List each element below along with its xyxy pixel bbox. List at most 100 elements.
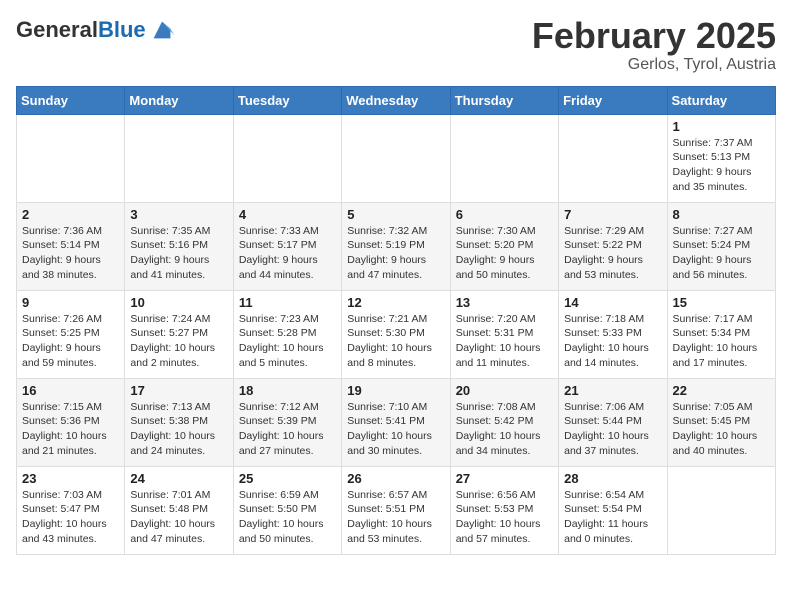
weekday-header-sunday: Sunday: [17, 86, 125, 114]
day-info: Sunrise: 7:26 AM Sunset: 5:25 PM Dayligh…: [22, 312, 119, 371]
day-number: 10: [130, 295, 227, 310]
day-cell: 22 Sunrise: 7:05 AM Sunset: 5:45 PM Dayli…: [667, 378, 775, 466]
day-number: 27: [456, 471, 553, 486]
day-cell: 4 Sunrise: 7:33 AM Sunset: 5:17 PM Daylig…: [233, 202, 341, 290]
day-info: Sunrise: 7:01 AM Sunset: 5:48 PM Dayligh…: [130, 488, 227, 547]
week-row-5: 23 Sunrise: 7:03 AM Sunset: 5:47 PM Dayli…: [17, 466, 776, 554]
day-cell: 15 Sunrise: 7:17 AM Sunset: 5:34 PM Dayli…: [667, 290, 775, 378]
day-info: Sunrise: 7:05 AM Sunset: 5:45 PM Dayligh…: [673, 400, 770, 459]
day-info: Sunrise: 7:36 AM Sunset: 5:14 PM Dayligh…: [22, 224, 119, 283]
week-row-3: 9 Sunrise: 7:26 AM Sunset: 5:25 PM Daylig…: [17, 290, 776, 378]
day-info: Sunrise: 7:03 AM Sunset: 5:47 PM Dayligh…: [22, 488, 119, 547]
day-cell: [342, 114, 450, 202]
day-info: Sunrise: 7:06 AM Sunset: 5:44 PM Dayligh…: [564, 400, 661, 459]
day-number: 14: [564, 295, 661, 310]
day-cell: 26Sunrise: 6:57 AM Sunset: 5:51 PM Dayli…: [342, 466, 450, 554]
day-info: Sunrise: 7:08 AM Sunset: 5:42 PM Dayligh…: [456, 400, 553, 459]
day-info: Sunrise: 7:35 AM Sunset: 5:16 PM Dayligh…: [130, 224, 227, 283]
day-info: Sunrise: 7:37 AM Sunset: 5:13 PM Dayligh…: [673, 136, 770, 195]
week-row-1: 1 Sunrise: 7:37 AM Sunset: 5:13 PM Daylig…: [17, 114, 776, 202]
day-cell: 27 Sunrise: 6:56 AM Sunset: 5:53 PM Dayli…: [450, 466, 558, 554]
day-cell: 1 Sunrise: 7:37 AM Sunset: 5:13 PM Daylig…: [667, 114, 775, 202]
location: Gerlos, Tyrol, Austria: [532, 56, 776, 74]
day-number: 17: [130, 383, 227, 398]
logo-blue: Blue: [98, 17, 146, 42]
day-info: Sunrise: 6:57 AM Sunset: 5:51 PM Dayligh…: [347, 488, 444, 547]
week-row-4: 16Sunrise: 7:15 AM Sunset: 5:36 PM Dayli…: [17, 378, 776, 466]
day-info: Sunrise: 7:21 AM Sunset: 5:30 PM Dayligh…: [347, 312, 444, 371]
day-info: Sunrise: 6:54 AM Sunset: 5:54 PM Dayligh…: [564, 488, 661, 547]
day-cell: [450, 114, 558, 202]
day-cell: 3 Sunrise: 7:35 AM Sunset: 5:16 PM Daylig…: [125, 202, 233, 290]
day-cell: 13 Sunrise: 7:20 AM Sunset: 5:31 PM Dayli…: [450, 290, 558, 378]
day-number: 7: [564, 207, 661, 222]
day-cell: 14 Sunrise: 7:18 AM Sunset: 5:33 PM Dayli…: [559, 290, 667, 378]
day-cell: 5Sunrise: 7:32 AM Sunset: 5:19 PM Daylig…: [342, 202, 450, 290]
day-number: 23: [22, 471, 119, 486]
day-cell: 21 Sunrise: 7:06 AM Sunset: 5:44 PM Dayli…: [559, 378, 667, 466]
day-info: Sunrise: 7:17 AM Sunset: 5:34 PM Dayligh…: [673, 312, 770, 371]
day-number: 1: [673, 119, 770, 134]
weekday-header-wednesday: Wednesday: [342, 86, 450, 114]
week-row-2: 2 Sunrise: 7:36 AM Sunset: 5:14 PM Daylig…: [17, 202, 776, 290]
weekday-header-monday: Monday: [125, 86, 233, 114]
day-number: 28: [564, 471, 661, 486]
day-cell: 6 Sunrise: 7:30 AM Sunset: 5:20 PM Daylig…: [450, 202, 558, 290]
title-block: February 2025 Gerlos, Tyrol, Austria: [532, 16, 776, 74]
day-number: 18: [239, 383, 336, 398]
day-info: Sunrise: 7:27 AM Sunset: 5:24 PM Dayligh…: [673, 224, 770, 283]
day-number: 25: [239, 471, 336, 486]
day-info: Sunrise: 7:29 AM Sunset: 5:22 PM Dayligh…: [564, 224, 661, 283]
calendar-table: SundayMondayTuesdayWednesdayThursdayFrid…: [16, 86, 776, 555]
day-number: 13: [456, 295, 553, 310]
weekday-header-tuesday: Tuesday: [233, 86, 341, 114]
page-header: GeneralBlue February 2025 Gerlos, Tyrol,…: [16, 16, 776, 74]
day-number: 5: [347, 207, 444, 222]
day-number: 20: [456, 383, 553, 398]
day-cell: 2 Sunrise: 7:36 AM Sunset: 5:14 PM Daylig…: [17, 202, 125, 290]
day-cell: 18Sunrise: 7:12 AM Sunset: 5:39 PM Dayli…: [233, 378, 341, 466]
day-info: Sunrise: 6:56 AM Sunset: 5:53 PM Dayligh…: [456, 488, 553, 547]
weekday-header-saturday: Saturday: [667, 86, 775, 114]
day-number: 11: [239, 295, 336, 310]
day-cell: 17 Sunrise: 7:13 AM Sunset: 5:38 PM Dayli…: [125, 378, 233, 466]
day-number: 8: [673, 207, 770, 222]
logo-icon: [148, 16, 176, 44]
day-cell: 10 Sunrise: 7:24 AM Sunset: 5:27 PM Dayli…: [125, 290, 233, 378]
day-cell: 24Sunrise: 7:01 AM Sunset: 5:48 PM Dayli…: [125, 466, 233, 554]
day-cell: 16Sunrise: 7:15 AM Sunset: 5:36 PM Dayli…: [17, 378, 125, 466]
day-number: 4: [239, 207, 336, 222]
day-cell: [233, 114, 341, 202]
day-info: Sunrise: 7:10 AM Sunset: 5:41 PM Dayligh…: [347, 400, 444, 459]
day-cell: [125, 114, 233, 202]
day-number: 2: [22, 207, 119, 222]
day-cell: 8 Sunrise: 7:27 AM Sunset: 5:24 PM Daylig…: [667, 202, 775, 290]
day-number: 6: [456, 207, 553, 222]
day-number: 22: [673, 383, 770, 398]
day-info: Sunrise: 7:30 AM Sunset: 5:20 PM Dayligh…: [456, 224, 553, 283]
day-cell: [559, 114, 667, 202]
month-title: February 2025: [532, 16, 776, 56]
day-cell: 9 Sunrise: 7:26 AM Sunset: 5:25 PM Daylig…: [17, 290, 125, 378]
day-number: 3: [130, 207, 227, 222]
day-number: 12: [347, 295, 444, 310]
day-number: 9: [22, 295, 119, 310]
day-info: Sunrise: 7:18 AM Sunset: 5:33 PM Dayligh…: [564, 312, 661, 371]
day-cell: 28 Sunrise: 6:54 AM Sunset: 5:54 PM Dayli…: [559, 466, 667, 554]
day-info: Sunrise: 7:13 AM Sunset: 5:38 PM Dayligh…: [130, 400, 227, 459]
day-info: Sunrise: 7:33 AM Sunset: 5:17 PM Dayligh…: [239, 224, 336, 283]
day-number: 16: [22, 383, 119, 398]
day-info: Sunrise: 7:24 AM Sunset: 5:27 PM Dayligh…: [130, 312, 227, 371]
logo-general: General: [16, 17, 98, 42]
day-info: Sunrise: 6:59 AM Sunset: 5:50 PM Dayligh…: [239, 488, 336, 547]
day-info: Sunrise: 7:20 AM Sunset: 5:31 PM Dayligh…: [456, 312, 553, 371]
day-cell: 7 Sunrise: 7:29 AM Sunset: 5:22 PM Daylig…: [559, 202, 667, 290]
weekday-header-friday: Friday: [559, 86, 667, 114]
day-cell: 12 Sunrise: 7:21 AM Sunset: 5:30 PM Dayli…: [342, 290, 450, 378]
day-cell: 25 Sunrise: 6:59 AM Sunset: 5:50 PM Dayli…: [233, 466, 341, 554]
day-cell: [667, 466, 775, 554]
day-info: Sunrise: 7:23 AM Sunset: 5:28 PM Dayligh…: [239, 312, 336, 371]
day-number: 21: [564, 383, 661, 398]
day-cell: [17, 114, 125, 202]
day-number: 15: [673, 295, 770, 310]
